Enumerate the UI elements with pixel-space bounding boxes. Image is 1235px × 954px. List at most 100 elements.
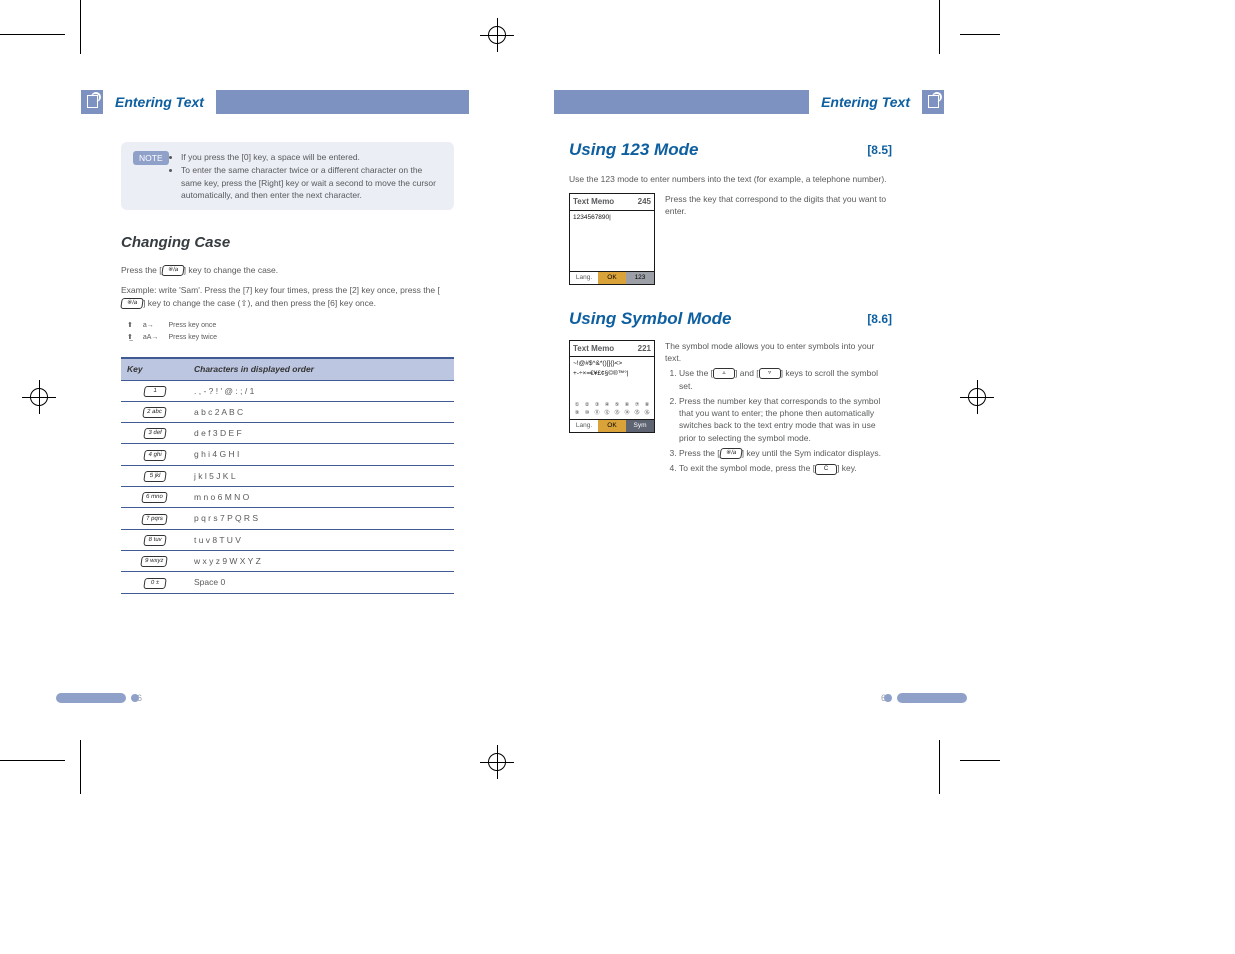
table-row: 1 . , - ? ! ' @ : ; / 1 [121, 380, 454, 401]
symbol-cell: ③ [592, 402, 602, 409]
section-title-123: Using 123 Mode [569, 138, 698, 163]
symbol-cell: ⑥ [622, 402, 632, 409]
case-mini-icon: ⬆ [123, 321, 137, 331]
softkey-left: Lang. [570, 272, 598, 284]
column-header-chars: Characters in displayed order [188, 358, 454, 380]
key-cell: 5 jkl [121, 465, 188, 486]
keypad-key-icon: 2 abc [142, 407, 166, 418]
crop-mark [960, 34, 1000, 35]
symbol-cell: ⑨ [572, 410, 582, 417]
keypad-key-icon: 5 jkl [143, 471, 167, 482]
symbol-cell: ④ [602, 402, 612, 409]
phone-screen-sym: Text Memo 221 ~!@#$^&*()[]{}<> +-÷×=€¥£¢… [569, 340, 655, 434]
page-footer-left: 66 [56, 692, 142, 705]
registration-mark [960, 380, 994, 414]
case-body-2: Example: write 'Sam'. Press the [7] key … [121, 284, 454, 309]
table-row: ⬆ a→ Press key once [123, 321, 221, 331]
note-box: NOTE If you press the [0] key, a space w… [121, 142, 454, 210]
screen-title: Text Memo [573, 196, 614, 208]
crop-mark [960, 760, 1000, 761]
case-mini-label: a→ [139, 321, 163, 331]
keypad-key-icon: 1 [143, 386, 167, 397]
symbol-cell: ⑭ [622, 410, 632, 417]
case-mini-label: aA→ [139, 333, 163, 343]
keypad-key-icon: 7 pqrs [141, 514, 167, 525]
crop-mark [939, 740, 940, 794]
key-cell: 7 pqrs [121, 508, 188, 529]
screen-title: Text Memo [573, 343, 614, 355]
table-row: ⬆̲ aA→ Press key twice [123, 333, 221, 343]
chars-cell: t u v 8 T U V [188, 529, 454, 550]
section-head-sym: Using Symbol Mode [8.6] [569, 307, 892, 332]
page-pill [897, 693, 967, 703]
chars-cell: a b c 2 A B C [188, 401, 454, 422]
section-ref-sym: [8.6] [867, 311, 892, 328]
keypad-key-icon: 0 ± [143, 578, 167, 589]
chars-cell: . , - ? ! ' @ : ; / 1 [188, 380, 454, 401]
registration-mark [22, 380, 56, 414]
symbol-cell: ⑩ [582, 410, 592, 417]
section-body-sym: The symbol mode allows you to enter symb… [665, 340, 892, 365]
column-header-key: Key [121, 358, 188, 380]
table-row: 0 ± Space 0 [121, 572, 454, 593]
nav-down-icon: ▿ [759, 368, 781, 379]
key-icon-c: C [815, 464, 837, 475]
table-row: 7 pqrs p q r s 7 P Q R S [121, 508, 454, 529]
chars-cell: Space 0 [188, 572, 454, 593]
keypad-key-icon: 9 wxyz [141, 556, 169, 567]
screen-counter: 245 [638, 196, 651, 208]
section-ref-123: [8.5] [867, 142, 892, 159]
key-cell: 9 wxyz [121, 551, 188, 572]
key-cell: 4 ghi [121, 444, 188, 465]
chars-cell: j k l 5 J K L [188, 465, 454, 486]
phone-screen-123: Text Memo 245 1234567890| Lang. OK 123 [569, 193, 655, 285]
softkey-mid: OK [598, 272, 626, 284]
softkey-left: Lang. [570, 420, 598, 432]
screen-line: +-÷×=€¥£¢§©®™°| [573, 369, 651, 378]
screen-line: ~!@#$^&*()[]{}<> [573, 359, 651, 368]
crop-mark [0, 34, 65, 35]
table-row: 8 tuv t u v 8 T U V [121, 529, 454, 550]
screen-body: ~!@#$^&*()[]{}<> +-÷×=€¥£¢§©®™°| [570, 357, 654, 401]
sym-step: To exit the symbol mode, press the [C] k… [679, 462, 892, 474]
screen-counter: 221 [638, 343, 651, 355]
chars-cell: w x y z 9 W X Y Z [188, 551, 454, 572]
subheading-changing-case: Changing Case [121, 232, 454, 254]
chars-cell: p q r s 7 P Q R S [188, 508, 454, 529]
page-left: NOTE If you press the [0] key, a space w… [81, 90, 469, 705]
registration-mark [480, 745, 514, 779]
table-row: 3 def d e f 3 D E F [121, 423, 454, 444]
chars-cell: d e f 3 D E F [188, 423, 454, 444]
chars-cell: m n o 6 M N O [188, 487, 454, 508]
symbol-cell: ⑦ [632, 402, 642, 409]
screen-body: 1234567890| [570, 211, 654, 271]
key-cell: 2 abc [121, 401, 188, 422]
table-row: 4 ghig h i 4 G H I [121, 444, 454, 465]
case-mini-table: ⬆ a→ Press key once ⬆̲ aA→ Press key twi… [121, 319, 223, 345]
key-cell: 8 tuv [121, 529, 188, 550]
character-table: Key Characters in displayed order 1 . , -… [121, 357, 454, 593]
symbol-cell: ① [572, 402, 582, 409]
symbol-cell: ⑤ [612, 402, 622, 409]
chars-cell: g h i 4 G H I [188, 444, 454, 465]
page-pill [56, 693, 126, 703]
key-icon-star: ※/a [120, 298, 144, 309]
softkey-right: 123 [626, 272, 654, 284]
symbol-cell: ⑧ [642, 402, 652, 409]
table-row: 2 abc a b c 2 A B C [121, 401, 454, 422]
section-body-123-2: Press the key that correspond to the dig… [665, 193, 892, 218]
nav-up-icon: ▵ [713, 368, 735, 379]
case-indicator-icon: ⇧ [240, 298, 247, 308]
case-body-1: Press the [※/a] key to change the case. [121, 264, 454, 276]
key-cell: 0 ± [121, 572, 188, 593]
sym-step: Press the [※/a] key until the Sym indica… [679, 447, 892, 459]
key-icon-star: ※/a [161, 265, 185, 276]
table-row: 5 jkl j k l 5 J K L [121, 465, 454, 486]
symbol-cell: ② [582, 402, 592, 409]
crop-mark [939, 0, 940, 54]
keypad-key-icon: 3 def [143, 428, 167, 439]
keypad-key-icon: 8 tuv [143, 535, 167, 546]
sym-step: Use the [▵] and [▿] keys to scroll the s… [679, 367, 892, 392]
page-footer-right: 67 [881, 692, 967, 705]
table-row: 6 mnom n o 6 M N O [121, 487, 454, 508]
